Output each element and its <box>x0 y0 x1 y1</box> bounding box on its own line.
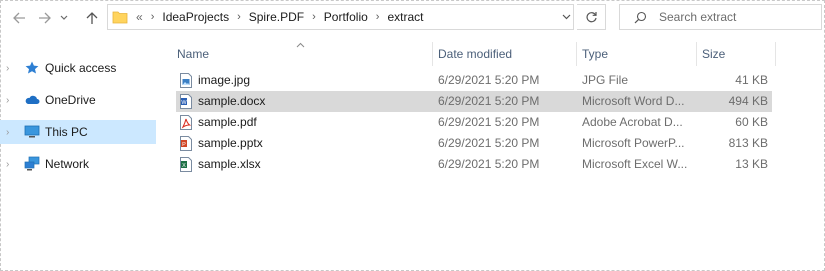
search-icon <box>634 11 647 23</box>
nav-item-onedrive[interactable]: › OneDrive <box>0 88 156 112</box>
column-divider[interactable] <box>432 42 433 66</box>
breadcrumb-separator-icon[interactable]: › <box>151 11 155 23</box>
cloud-icon <box>25 95 40 104</box>
word-file-icon: W <box>180 94 192 109</box>
file-date: 6/29/2021 5:20 PM <box>438 157 540 171</box>
file-type: Microsoft PowerP... <box>582 136 685 150</box>
file-size: 60 KB <box>735 115 768 129</box>
forward-button[interactable] <box>36 9 54 27</box>
file-date: 6/29/2021 5:20 PM <box>438 73 540 87</box>
address-dropdown-button[interactable] <box>558 4 574 30</box>
breadcrumb-separator-icon[interactable]: › <box>237 11 241 23</box>
breadcrumb-extract[interactable]: extract <box>387 10 423 24</box>
breadcrumb-separator-icon[interactable]: › <box>312 11 316 23</box>
column-header-date[interactable]: Date modified <box>438 44 512 64</box>
nav-label: OneDrive <box>45 93 96 107</box>
file-name: sample.pdf <box>198 115 257 129</box>
pdf-file-icon <box>180 115 192 130</box>
nav-item-network[interactable]: › Network <box>0 152 156 176</box>
chevron-right-icon[interactable]: › <box>6 159 9 170</box>
file-row[interactable]: image.jpg 6/29/2021 5:20 PM JPG File 41 … <box>176 70 772 91</box>
nav-item-this-pc[interactable]: › This PC <box>0 120 156 144</box>
nav-label: Quick access <box>45 61 117 75</box>
file-type: JPG File <box>582 73 629 87</box>
file-row[interactable]: X sample.xlsx 6/29/2021 5:20 PM Microsof… <box>176 154 772 175</box>
star-icon <box>25 61 39 74</box>
breadcrumb-spire-pdf[interactable]: Spire.PDF <box>249 10 304 24</box>
file-size: 13 KB <box>735 157 768 171</box>
column-header-size[interactable]: Size <box>702 44 725 64</box>
network-icon <box>24 156 40 171</box>
file-size: 41 KB <box>735 73 768 87</box>
chevron-right-icon[interactable]: › <box>6 95 9 106</box>
file-row[interactable]: P sample.pptx 6/29/2021 5:20 PM Microsof… <box>176 133 772 154</box>
chevron-right-icon[interactable]: › <box>6 63 9 74</box>
svg-text:X: X <box>182 163 186 169</box>
column-divider[interactable] <box>775 42 776 66</box>
nav-label: This PC <box>45 125 88 139</box>
computer-icon <box>24 125 40 138</box>
chevron-right-icon[interactable]: › <box>6 127 9 138</box>
breadcrumb-overflow[interactable]: « <box>136 10 143 24</box>
nav-item-quick-access[interactable]: › Quick access <box>0 56 156 80</box>
excel-file-icon: X <box>180 157 192 172</box>
svg-text:P: P <box>182 142 186 148</box>
forward-arrow-icon <box>39 12 51 24</box>
file-row[interactable]: sample.pdf 6/29/2021 5:20 PM Adobe Acrob… <box>176 112 772 133</box>
recent-locations-button[interactable] <box>58 9 70 27</box>
file-type: Microsoft Excel W... <box>582 157 688 171</box>
column-divider[interactable] <box>696 42 697 66</box>
file-row[interactable]: W sample.docx 6/29/2021 5:20 PM Microsof… <box>176 91 772 112</box>
address-bar[interactable]: « › IdeaProjects › Spire.PDF › Portfolio… <box>107 4 574 30</box>
file-date: 6/29/2021 5:20 PM <box>438 94 540 108</box>
file-name: sample.pptx <box>198 136 263 150</box>
file-type: Adobe Acrobat D... <box>582 115 683 129</box>
file-name: image.jpg <box>198 73 251 87</box>
sort-ascending-icon <box>296 37 305 51</box>
image-file-icon <box>180 73 192 88</box>
breadcrumb-separator-icon[interactable]: › <box>376 11 380 23</box>
up-arrow-icon <box>86 12 98 24</box>
breadcrumb-portfolio[interactable]: Portfolio <box>324 10 368 24</box>
column-header-type[interactable]: Type <box>582 44 608 64</box>
nav-label: Network <box>45 157 90 171</box>
refresh-button[interactable] <box>577 4 606 30</box>
file-size: 494 KB <box>728 94 768 108</box>
powerpoint-file-icon: P <box>180 136 192 151</box>
svg-text:W: W <box>181 100 187 106</box>
file-name: sample.docx <box>198 94 266 108</box>
search-input[interactable] <box>659 10 809 24</box>
breadcrumb-ideaprojects[interactable]: IdeaProjects <box>162 10 229 24</box>
search-box[interactable] <box>619 4 822 30</box>
file-type: Microsoft Word D... <box>582 94 685 108</box>
file-date: 6/29/2021 5:20 PM <box>438 115 540 129</box>
file-size: 813 KB <box>728 136 768 150</box>
chevron-down-icon <box>562 14 570 20</box>
column-header-name[interactable]: Name <box>177 44 209 64</box>
folder-icon <box>112 11 128 24</box>
refresh-icon <box>585 11 597 22</box>
back-button[interactable] <box>10 9 28 27</box>
back-arrow-icon <box>13 12 25 24</box>
chevron-down-icon <box>60 15 68 20</box>
up-button[interactable] <box>83 9 101 27</box>
column-divider[interactable] <box>576 42 577 66</box>
file-date: 6/29/2021 5:20 PM <box>438 136 540 150</box>
file-name: sample.xlsx <box>198 157 261 171</box>
